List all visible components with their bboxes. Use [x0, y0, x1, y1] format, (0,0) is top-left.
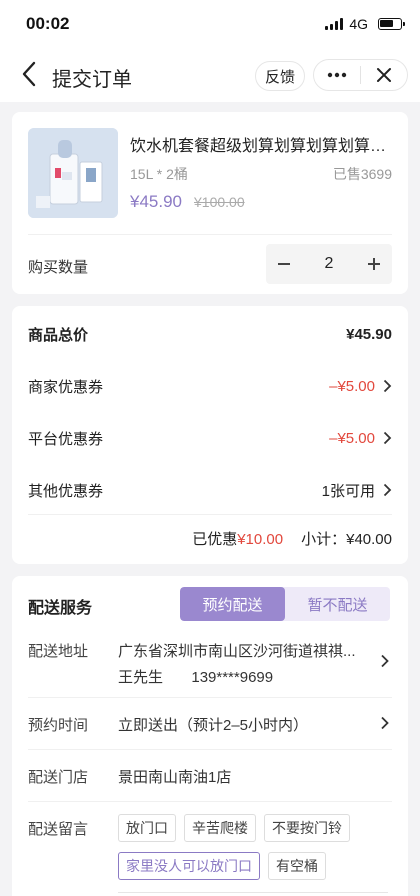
delivery-mode-toggle: 预约配送 暂不配送: [180, 587, 390, 621]
address-label: 配送地址: [28, 643, 89, 660]
subtotal-summary: 小计：¥40.00: [301, 528, 392, 549]
no-delivery-option[interactable]: 暂不配送: [285, 587, 390, 621]
chevron-left-icon: [22, 61, 36, 87]
merchant-coupon-row[interactable]: 商家优惠券 –¥5.00: [28, 374, 392, 398]
increase-button[interactable]: [356, 244, 392, 284]
divider: [28, 697, 392, 698]
subtotal-value: ¥40.00: [346, 531, 392, 548]
decrease-button[interactable]: [266, 244, 302, 284]
schedule-delivery-option[interactable]: 预约配送: [180, 587, 285, 621]
platform-coupon-value-wrap: –¥5.00: [329, 430, 392, 447]
product-name: 饮水机套餐超级划算划算划算划算划算划算: [130, 138, 396, 155]
feedback-button[interactable]: 反馈: [255, 61, 305, 91]
contact-name: 王先生: [118, 669, 164, 686]
product-image: [28, 128, 118, 218]
subtotal-label: 小计：: [301, 531, 347, 548]
close-icon: [377, 68, 391, 82]
chevron-right-icon: [383, 431, 392, 445]
status-bar: 00:02 4G: [0, 0, 420, 48]
total-price-label: 商品总价: [28, 326, 89, 344]
note-tag[interactable]: 有空桶: [268, 852, 326, 880]
chevron-right-icon: [383, 379, 392, 393]
note-tag[interactable]: 放门口: [118, 814, 176, 842]
product-spec: 15L * 2桶: [130, 166, 188, 182]
battery-icon: [378, 18, 405, 30]
store-label: 配送门店: [28, 769, 89, 786]
more-button[interactable]: [314, 60, 360, 90]
mini-program-capsule: [313, 59, 408, 91]
other-coupon-value-wrap: 1张可用: [322, 480, 392, 501]
status-time: 00:02: [26, 14, 70, 33]
chevron-right-icon: [383, 483, 392, 497]
back-button[interactable]: [14, 59, 44, 89]
status-icons: 4G: [325, 16, 405, 32]
signal-icon: [325, 18, 344, 30]
discount-value: ¥10.00: [237, 531, 284, 548]
divider: [28, 801, 392, 802]
platform-coupon-row[interactable]: 平台优惠券 –¥5.00: [28, 426, 392, 450]
contact-info: 王先生 139****9699: [118, 666, 273, 687]
chevron-right-icon[interactable]: [378, 716, 392, 730]
delivery-card: 配送服务 预约配送 暂不配送 配送地址 广东省深圳市南山区沙河街道祺祺... 王…: [12, 576, 408, 896]
merchant-coupon-label: 商家优惠券: [28, 378, 104, 396]
product-sold-count: 已售3699: [332, 166, 392, 182]
delivery-title: 配送服务: [28, 600, 93, 617]
discount-summary: 已优惠¥10.00: [192, 528, 283, 549]
product-card: 饮水机套餐超级划算划算划算划算划算划算 15L * 2桶 已售3699 ¥45.…: [12, 112, 408, 294]
price-summary: 已优惠¥10.00 小计：¥40.00: [192, 528, 392, 549]
platform-coupon-label: 平台优惠券: [28, 430, 104, 448]
note-tag-selected[interactable]: 家里没人可以放门口: [118, 852, 260, 880]
chevron-right-icon[interactable]: [378, 654, 392, 668]
product-original-price: ¥100.00: [194, 194, 245, 210]
note-tag[interactable]: 辛苦爬楼: [184, 814, 256, 842]
merchant-coupon-value-wrap: –¥5.00: [329, 378, 392, 395]
merchant-coupon-value: –¥5.00: [329, 377, 375, 395]
page-title: 提交订单: [52, 69, 132, 91]
platform-coupon-value: –¥5.00: [329, 429, 375, 447]
store-value: 景田南山南油1店: [118, 769, 232, 786]
divider: [28, 234, 392, 235]
nav-bar: 提交订单 反馈: [0, 48, 420, 102]
contact-phone: 139****9699: [191, 669, 274, 686]
note-input-edge[interactable]: [118, 892, 388, 896]
quantity-stepper: 2: [266, 244, 392, 284]
total-price-value: ¥45.90: [346, 325, 392, 343]
other-coupon-row[interactable]: 其他优惠券 1张可用: [28, 478, 392, 502]
plus-icon: [368, 258, 380, 270]
time-label: 预约时间: [28, 717, 89, 734]
product-price: ¥45.90: [130, 192, 182, 211]
note-tag[interactable]: 不要按门铃: [264, 814, 350, 842]
total-price-row: 商品总价 ¥45.90: [28, 322, 392, 346]
quantity-value[interactable]: 2: [302, 255, 356, 273]
other-coupon-value: 1张可用: [321, 482, 375, 500]
close-button[interactable]: [361, 60, 407, 90]
network-type: 4G: [349, 16, 368, 32]
divider: [28, 514, 392, 515]
quantity-label: 购买数量: [28, 259, 89, 276]
more-dots-icon: [327, 72, 347, 78]
minus-icon: [278, 263, 290, 265]
divider: [28, 749, 392, 750]
note-tags: 放门口 辛苦爬楼 不要按门铃 家里没人可以放门口 有空桶: [118, 814, 388, 880]
time-value[interactable]: 立即送出（预计2–5小时内）: [118, 714, 308, 735]
other-coupon-label: 其他优惠券: [28, 482, 104, 500]
discount-label: 已优惠: [192, 531, 238, 548]
pricing-card: 商品总价 ¥45.90 商家优惠券 –¥5.00 平台优惠券 –¥5.00 其他…: [12, 306, 408, 564]
note-label: 配送留言: [28, 821, 89, 838]
address-text[interactable]: 广东省深圳市南山区沙河街道祺祺...: [118, 640, 368, 661]
